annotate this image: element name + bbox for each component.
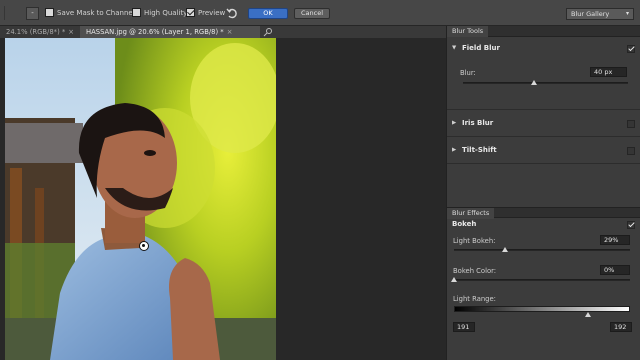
blur-tools-empty-space — [447, 164, 640, 207]
high-quality-label: High Quality — [144, 8, 188, 17]
undo-icon[interactable] — [226, 7, 238, 19]
blur-effects-header: Blur Effects — [447, 207, 640, 219]
cancel-button[interactable]: Cancel — [294, 8, 330, 19]
field-blur-section: ▼ Field Blur Blur: 40 px — [447, 37, 640, 110]
light-bokeh-field[interactable]: 29% — [600, 235, 630, 245]
tilt-shift-section: ▶ Tilt-Shift — [447, 137, 640, 164]
ok-button[interactable]: OK — [248, 8, 288, 19]
save-mask-label: Save Mask to Channels — [57, 8, 139, 17]
light-bokeh-slider[interactable] — [454, 247, 630, 252]
expand-triangle-icon[interactable]: ▼ — [452, 45, 456, 51]
blur-pin-handle[interactable] — [139, 241, 149, 251]
iris-blur-checkbox[interactable] — [627, 120, 635, 128]
bokeh-section: Bokeh Light Bokeh: 29% Bokeh Color: 0% L… — [447, 218, 640, 356]
workspace-dropdown-label: Blur Gallery — [571, 10, 610, 18]
light-range-low-field[interactable]: 191 — [453, 322, 475, 332]
tilt-shift-title[interactable]: Tilt-Shift — [462, 146, 497, 154]
workspace-dropdown[interactable]: Blur Gallery ▾ — [566, 8, 634, 20]
iris-blur-title[interactable]: Iris Blur — [462, 119, 493, 127]
close-icon[interactable]: × — [68, 28, 74, 36]
blur-amount-field[interactable]: 40 px — [590, 67, 627, 77]
photo-image — [5, 38, 276, 360]
light-range-gradient[interactable] — [454, 306, 630, 312]
bokeh-color-slider[interactable] — [451, 277, 630, 282]
light-range-high-field[interactable]: 192 — [610, 322, 632, 332]
light-range-thumb[interactable] — [585, 312, 591, 317]
mode-dropdown[interactable]: - — [26, 7, 39, 20]
save-mask-checkbox-box[interactable] — [45, 8, 54, 17]
preview-label: Preview — [198, 8, 226, 17]
bokeh-checkbox[interactable] — [627, 221, 635, 229]
close-icon[interactable]: × — [227, 28, 233, 36]
canvas-area[interactable] — [0, 38, 446, 360]
photo-canvas[interactable] — [5, 38, 276, 360]
expand-triangle-icon[interactable]: ▶ — [452, 147, 456, 153]
blur-panel: Blur Tools ▼ Field Blur Blur: 40 px ▶ Ir… — [446, 26, 640, 360]
tilt-shift-checkbox[interactable] — [627, 147, 635, 155]
high-quality-checkbox-box[interactable] — [132, 8, 141, 17]
blur-tools-header: Blur Tools — [447, 26, 640, 37]
high-quality-checkbox[interactable]: High Quality — [132, 8, 187, 17]
blur-label: Blur: — [460, 69, 476, 77]
bokeh-color-field[interactable]: 0% — [600, 265, 630, 275]
document-tabs: 24.1% (RGB/8*) * × HASSAN.jpg @ 20.6% (La… — [0, 26, 446, 38]
chevron-down-icon: ▾ — [625, 10, 629, 17]
tab-label: 24.1% (RGB/8*) * — [6, 28, 66, 36]
field-blur-title[interactable]: Field Blur — [462, 44, 500, 52]
blur-slider[interactable] — [463, 80, 628, 85]
iris-blur-section: ▶ Iris Blur — [447, 110, 640, 137]
tab-document-hassan[interactable]: HASSAN.jpg @ 20.6% (Layer 1, RGB/8) * × — [80, 26, 260, 38]
pin-tool-icon[interactable] — [263, 27, 273, 37]
light-range-label: Light Range: — [453, 295, 496, 303]
light-bokeh-slider-thumb[interactable] — [502, 247, 509, 252]
blur-tools-tab[interactable]: Blur Tools — [447, 26, 489, 37]
save-mask-checkbox[interactable]: Save Mask to Channels — [45, 8, 138, 17]
options-bar: - Save Mask to Channels High Quality Pre… — [0, 0, 640, 26]
bokeh-color-label: Bokeh Color: — [453, 267, 497, 275]
expand-triangle-icon[interactable]: ▶ — [452, 120, 456, 126]
preview-checkbox-box[interactable] — [186, 8, 195, 17]
options-bar-grip — [4, 6, 18, 20]
light-bokeh-label: Light Bokeh: — [453, 237, 496, 245]
field-blur-checkbox[interactable] — [627, 45, 635, 53]
blur-slider-thumb[interactable] — [530, 80, 537, 85]
preview-checkbox[interactable]: Preview — [186, 8, 225, 17]
bokeh-title: Bokeh — [452, 220, 477, 228]
bokeh-color-slider-thumb[interactable] — [451, 277, 457, 282]
tab-label: HASSAN.jpg @ 20.6% (Layer 1, RGB/8) * — [86, 28, 224, 36]
tab-document-1[interactable]: 24.1% (RGB/8*) * × — [0, 26, 80, 38]
